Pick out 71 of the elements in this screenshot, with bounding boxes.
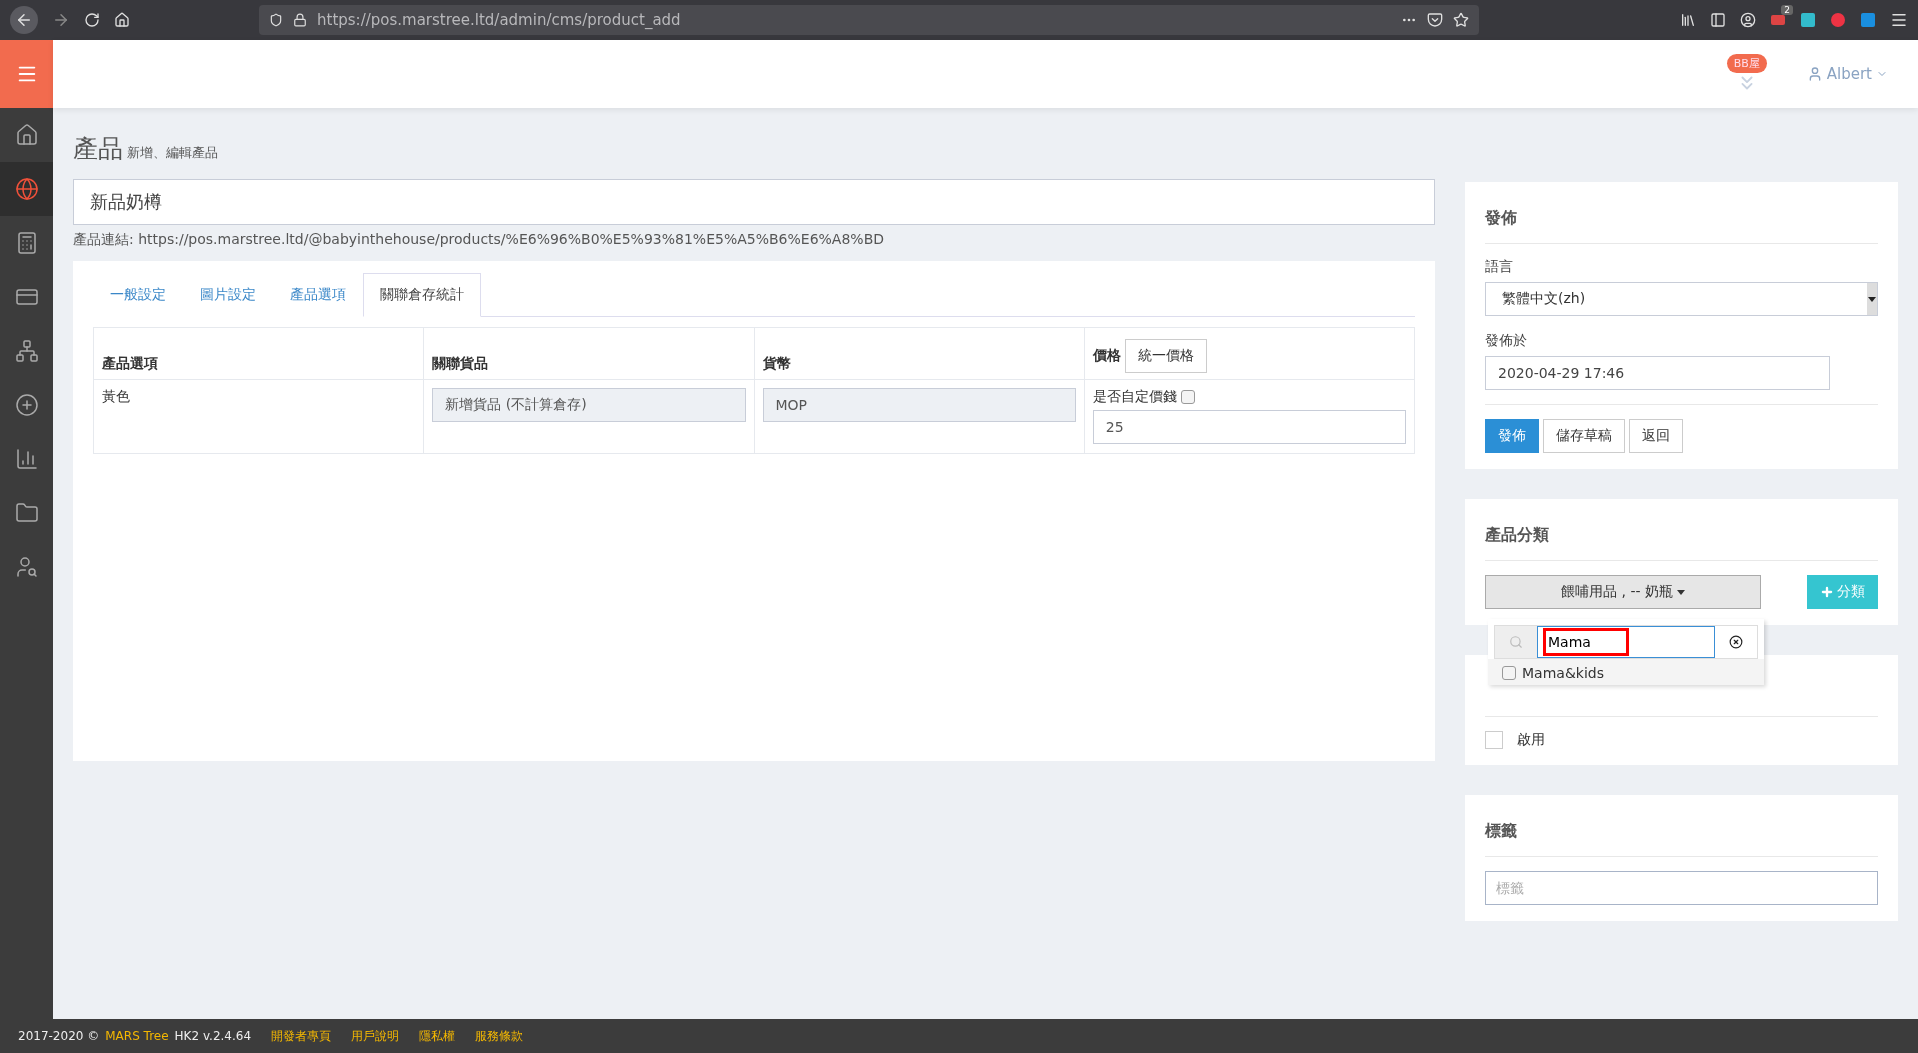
bar-chart-icon — [14, 447, 39, 471]
page-subtitle: 新增、編輯產品 — [127, 144, 218, 162]
hierarchy-icon — [14, 339, 39, 363]
globe-icon — [14, 177, 39, 201]
action-button[interactable]: 返回 — [1629, 419, 1683, 453]
currency-field[interactable]: MOP — [762, 388, 1076, 422]
menu-icon[interactable] — [1890, 11, 1908, 29]
sidebar-item[interactable] — [0, 162, 53, 216]
account-icon[interactable] — [1740, 12, 1756, 28]
tags-field[interactable]: 標籤 — [1485, 871, 1878, 905]
unify-price-button[interactable]: 統一價格 — [1124, 339, 1207, 373]
product-name-field[interactable]: 新品奶樽 — [73, 179, 1435, 225]
lock-icon — [293, 13, 307, 27]
field-label: 發佈於 — [1485, 332, 1528, 350]
version-text: HK2 v.2.4.64 — [174, 1029, 252, 1043]
menu-button[interactable] — [0, 40, 53, 108]
extension-icon[interactable] — [1860, 12, 1876, 28]
checkbox[interactable] — [1485, 731, 1503, 749]
search-icon — [1509, 635, 1523, 649]
library-icon[interactable] — [1680, 12, 1696, 28]
page-title: 產品 — [73, 133, 123, 165]
price-field[interactable]: 25 — [1092, 410, 1406, 444]
category-dropdown[interactable]: 餵哺用品 , -- 奶瓶 — [1485, 575, 1761, 609]
plus-icon — [1820, 585, 1834, 599]
footer-link[interactable]: 用戶說明 — [351, 1027, 400, 1045]
extension-icon[interactable] — [1770, 12, 1786, 28]
folder-icon — [14, 501, 39, 525]
field-label: 語言 — [1485, 258, 1514, 276]
footer-link[interactable]: 隱私權 — [419, 1027, 456, 1045]
panel-title: 產品分類 — [1485, 525, 1549, 546]
checkbox[interactable] — [1502, 666, 1516, 680]
checkbox-label: 啟用 — [1517, 731, 1545, 749]
checkbox[interactable] — [1181, 390, 1196, 404]
language-select[interactable]: 繁體中文(zh) — [1485, 282, 1878, 316]
table-cell: 黃色 — [102, 388, 130, 404]
caret-icon — [1676, 589, 1685, 595]
date-field[interactable]: 2020-04-29 17:46 — [1485, 356, 1830, 390]
column-header: 貨幣 — [754, 327, 1085, 380]
extension-badge: 2 — [1781, 5, 1793, 15]
column-header: 價格 — [1092, 347, 1121, 363]
address-bar[interactable]: https://pos.marstree.ltd/admin/cms/product_add — [259, 5, 1479, 35]
custom-price-label: 是否自定價錢 — [1092, 388, 1177, 404]
shop-badge: BB屋 — [1726, 54, 1767, 73]
footer-link[interactable]: 服務條款 — [475, 1027, 524, 1045]
category-option[interactable]: Mama&kids — [1488, 659, 1764, 685]
column-header: 關聯貨品 — [423, 327, 754, 380]
home-button[interactable] — [114, 12, 130, 28]
clear-icon — [1729, 635, 1743, 649]
linked-goods-field[interactable]: 新增貨品 (不計算倉存) — [432, 388, 746, 422]
shield-icon — [269, 13, 283, 27]
brand-link[interactable]: MARS Tree — [105, 1029, 169, 1043]
panel-title: 標籤 — [1485, 821, 1517, 842]
forward-button[interactable] — [52, 11, 70, 29]
copyright-text: 2017-2020 © — [18, 1029, 100, 1043]
column-header: 產品選項 — [93, 327, 424, 380]
action-button[interactable]: 發佈 — [1485, 419, 1539, 453]
sidebar-icon[interactable] — [1710, 12, 1726, 28]
action-button[interactable]: 儲存草稿 — [1543, 419, 1625, 453]
url-text: https://pos.marstree.ltd/admin/cms/product_add — [317, 11, 682, 29]
extension-icon[interactable] — [1830, 12, 1846, 28]
reload-button[interactable] — [84, 12, 100, 28]
user-search-icon — [14, 555, 39, 579]
tab[interactable]: 關聯倉存統計 — [363, 273, 481, 317]
pocket-icon[interactable] — [1427, 12, 1443, 28]
home-icon — [14, 123, 39, 147]
caret-icon — [1868, 296, 1876, 302]
panel-title: 發佈 — [1485, 208, 1517, 229]
bookmark-star-icon[interactable] — [1453, 12, 1469, 28]
plus-circle-icon — [14, 393, 39, 417]
footer-link[interactable]: 開發者專頁 — [271, 1027, 332, 1045]
back-button[interactable] — [10, 6, 38, 34]
